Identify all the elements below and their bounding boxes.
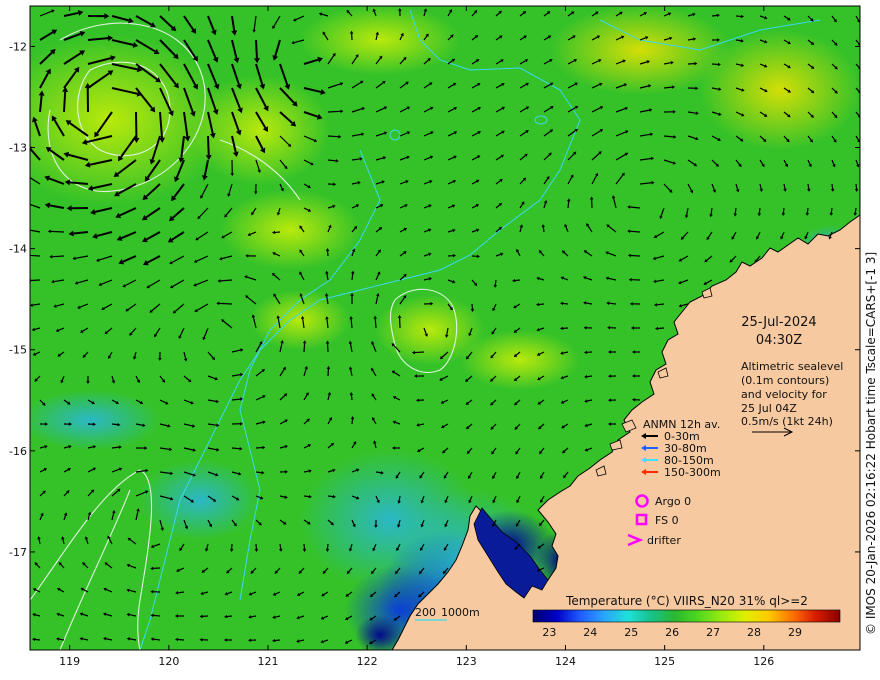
velocity-vector [177, 638, 185, 641]
y-tick-label: -13 [9, 142, 27, 155]
y-tick-label: -17 [9, 546, 27, 559]
y-tick-label: -14 [9, 243, 27, 256]
velocity-vector [374, 318, 377, 329]
velocity-vector [351, 418, 354, 425]
velocity-vector [250, 615, 257, 618]
velocity-vector [153, 638, 161, 641]
velocity-arrowhead [26, 228, 29, 232]
velocity-vector [687, 38, 694, 41]
velocity-vector [178, 591, 185, 594]
velocity-vector [711, 14, 718, 17]
velocity-vector [327, 495, 334, 498]
colorbar-title: Temperature (°C) VIIRS_N20 31% ql>=2 [565, 594, 808, 608]
legend-label: 150-300m [664, 466, 721, 479]
velocity-vector [327, 110, 341, 113]
velocity-vector [782, 207, 785, 214]
colorbar-gradient [532, 609, 841, 623]
fs-label: FS 0 [655, 514, 679, 527]
y-tick-label: -16 [9, 445, 27, 458]
time-label: 04:30Z [756, 333, 802, 348]
x-tick-label: 119 [59, 655, 80, 668]
argo-label: Argo 0 [655, 495, 691, 508]
y-tick-label: -12 [9, 40, 27, 53]
depth-scale: 200 1000m [415, 606, 480, 621]
colorbar-tick-label: 27 [706, 626, 720, 639]
colorbar-tick-label: 24 [583, 626, 597, 639]
velocity-arrowhead [30, 278, 31, 283]
velocity-vector [279, 543, 282, 550]
velocity-arrowhead [25, 202, 28, 205]
velocity-vector [375, 471, 382, 474]
velocity-vector [630, 230, 641, 233]
velocity-vector [153, 614, 161, 617]
velocity-vector [806, 207, 809, 214]
velocity-vector [52, 255, 65, 258]
x-tick-label: 121 [257, 655, 278, 668]
x-tick-label: 123 [456, 655, 477, 668]
velocity-vector [663, 86, 673, 89]
velocity-vector [586, 375, 593, 378]
velocity-arrowhead [26, 175, 29, 178]
y-tick-label: -15 [9, 344, 27, 357]
x-tick-label: 122 [357, 655, 378, 668]
velocity-vector [854, 207, 857, 214]
velocity-vector [111, 423, 118, 426]
x-tick-label: 125 [654, 655, 675, 668]
velocity-vector [656, 303, 665, 306]
colorbar-tick-label: 25 [624, 626, 638, 639]
velocity-vector [303, 343, 306, 353]
velocity-vector [255, 471, 262, 474]
velocity-vector [398, 495, 401, 502]
altimetry-line-3: and velocity for [741, 388, 827, 401]
velocity-vector [327, 135, 339, 138]
x-tick-label: 124 [555, 655, 576, 668]
colorbar-tick-label: 28 [747, 626, 761, 639]
drifter-label: drifter [647, 534, 681, 547]
velocity-vector [542, 226, 545, 233]
velocity-vector [63, 91, 67, 113]
velocity-vector [255, 39, 258, 59]
velocity-vector [494, 279, 497, 286]
x-tick-label: 120 [158, 655, 179, 668]
depth-label-1000: 1000m [441, 606, 480, 619]
velocity-vector [562, 302, 569, 305]
colorbar-tick-label: 26 [665, 626, 679, 639]
velocity-vector [807, 183, 810, 190]
depth-label-200: 200 [415, 606, 436, 619]
velocity-vector [350, 394, 353, 401]
plot-area [25, 6, 860, 650]
velocity-vector [830, 207, 833, 214]
velocity-vector [758, 207, 761, 214]
colorbar-tick-label: 23 [542, 626, 556, 639]
velocity-vector [514, 279, 521, 282]
velocity-vector [207, 135, 210, 156]
velocity-vector [734, 207, 737, 214]
altimetry-line-1: Altimetric sealevel [741, 360, 843, 373]
velocity-vector [219, 302, 233, 305]
velocity-vector [231, 447, 240, 450]
velocity-vector [303, 495, 310, 498]
velocity-vector [351, 273, 354, 281]
velocity-vector [414, 351, 425, 354]
altimetry-line-2: (0.1m contours) [741, 374, 829, 387]
velocity-vector [327, 159, 336, 162]
velocity-vector [274, 639, 281, 642]
velocity-vector [855, 183, 858, 190]
velocity-vector [735, 39, 742, 42]
date-label: 25-Jul-2024 [741, 315, 816, 330]
sst-map: 119 120 121 122 123 124 125 126 -12 -13 -14 -15 -16… [9, 5, 861, 668]
velocity-vector [30, 254, 41, 257]
altimetry-line-5: 0.5m/s (1kt 24h) [741, 415, 833, 428]
velocity-vector [50, 230, 65, 233]
velocity-vector [226, 615, 233, 618]
credit-text: © IMOS 20-Jan-2026 02:16:22 Hobart time … [864, 251, 878, 635]
altimetry-line-4: 25 Jul 04Z [741, 402, 797, 415]
velocity-vector [831, 183, 834, 190]
velocity-vector [657, 327, 665, 330]
velocity-vector [34, 638, 41, 641]
velocity-vector [567, 201, 570, 209]
velocity-vector [609, 302, 617, 305]
x-tick-label: 126 [753, 655, 774, 668]
colorbar-tick-label: 29 [788, 626, 802, 639]
